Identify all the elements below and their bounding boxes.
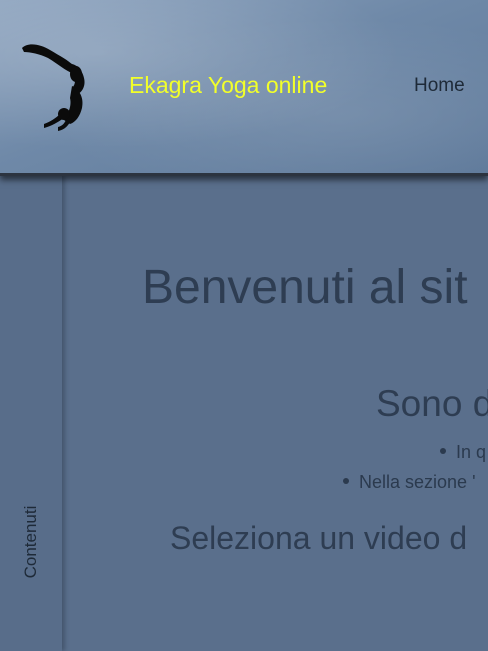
bullet-icon — [440, 448, 446, 455]
list-item-text: In q — [456, 442, 487, 462]
sidebar-contents-toggle[interactable]: Contenuti — [21, 506, 41, 579]
sidebar — [0, 176, 62, 651]
yoga-pose-silhouette-icon[interactable] — [18, 38, 90, 132]
page: Ekagra Yoga online Home Contenuti Benven… — [0, 0, 488, 651]
nav-home-link[interactable]: Home — [414, 75, 465, 97]
page-title: Benvenuti al sit — [142, 261, 468, 314]
bullet-icon — [343, 478, 349, 485]
video-select-prompt: Seleziona un video d — [170, 520, 468, 556]
list-item: Nella sezione ' — [343, 472, 476, 493]
page-subtitle: Sono d — [376, 383, 488, 424]
main-content: Benvenuti al sit Sono d In q Nella sezio… — [62, 176, 488, 651]
site-header: Ekagra Yoga online Home — [0, 0, 488, 176]
list-item-text: Nella sezione ' — [359, 472, 476, 492]
list-item: In q — [440, 442, 486, 463]
site-title[interactable]: Ekagra Yoga online — [129, 72, 327, 99]
